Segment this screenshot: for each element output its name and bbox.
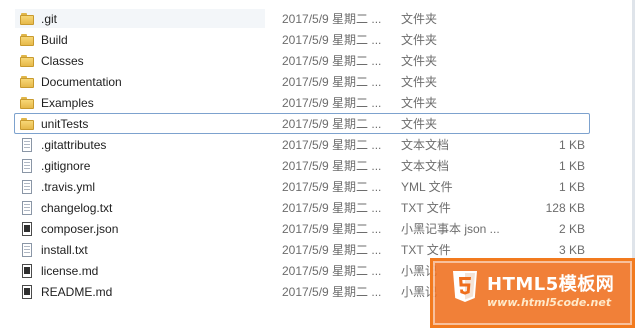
file-name: install.txt	[41, 242, 88, 257]
list-item[interactable]: Build 2017/5/9 星期二 ... 文件夹	[14, 29, 590, 50]
file-date: 2017/5/9 星期二 ...	[282, 33, 382, 47]
file-type: 文本文档	[401, 138, 450, 152]
file-name: Documentation	[41, 74, 122, 89]
file-date: 2017/5/9 星期二 ...	[282, 96, 382, 110]
file-date: 2017/5/9 星期二 ...	[282, 180, 382, 194]
file-type: 文本文档	[401, 159, 450, 173]
file-size: 1 KB	[558, 158, 585, 173]
watermark-url: www.html5code.net	[487, 296, 612, 309]
list-item[interactable]: Documentation 2017/5/9 星期二 ... 文件夹	[14, 71, 590, 92]
file-date: 2017/5/9 星期二 ...	[282, 75, 382, 89]
list-item[interactable]: install.txt 2017/5/9 星期二 ... TXT 文件 3 KB	[14, 239, 590, 260]
list-item[interactable]: Examples 2017/5/9 星期二 ... 文件夹	[14, 92, 590, 113]
html5-shield-icon	[453, 271, 477, 302]
file-date: 2017/5/9 星期二 ...	[282, 222, 382, 236]
file-date: 2017/5/9 星期二 ...	[282, 12, 382, 26]
text-file-icon	[19, 137, 35, 153]
file-date: 2017/5/9 星期二 ...	[282, 243, 382, 257]
file-type: TXT 文件	[401, 243, 451, 257]
folder-icon	[19, 11, 35, 27]
file-date: 2017/5/9 星期二 ...	[282, 138, 382, 152]
file-size: 2 KB	[558, 221, 585, 236]
editor-doc-icon	[19, 263, 35, 279]
file-date: 2017/5/9 星期二 ...	[282, 117, 382, 131]
file-date: 2017/5/9 星期二 ...	[282, 285, 382, 299]
text-file-icon	[19, 200, 35, 216]
list-item[interactable]: .gitattributes 2017/5/9 星期二 ... 文本文档 1 K…	[14, 134, 590, 155]
folder-icon	[19, 74, 35, 90]
file-name: changelog.txt	[41, 200, 113, 215]
folder-icon	[19, 32, 35, 48]
file-name: .travis.yml	[41, 179, 95, 194]
list-item[interactable]: .travis.yml 2017/5/9 星期二 ... YML 文件 1 KB	[14, 176, 590, 197]
list-item[interactable]: changelog.txt 2017/5/9 星期二 ... TXT 文件 12…	[14, 197, 590, 218]
file-name: composer.json	[41, 221, 119, 236]
watermark-title: HTML5模板网	[487, 274, 615, 295]
file-name: README.md	[41, 284, 113, 299]
list-item[interactable]: .gitignore 2017/5/9 星期二 ... 文本文档 1 KB	[14, 155, 590, 176]
folder-icon	[19, 53, 35, 69]
list-item[interactable]: .git 2017/5/9 星期二 ... 文件夹	[14, 8, 590, 29]
file-date: 2017/5/9 星期二 ...	[282, 201, 382, 215]
file-type: 小黑记事本 json ...	[401, 222, 500, 236]
text-file-icon	[19, 242, 35, 258]
file-size: 1 KB	[558, 137, 585, 152]
file-type: TXT 文件	[401, 201, 451, 215]
folder-icon	[19, 95, 35, 111]
file-size: 128 KB	[545, 200, 585, 215]
file-name: Build	[41, 32, 68, 47]
watermark-badge: HTML5模板网 www.html5code.net	[430, 258, 635, 328]
editor-doc-icon	[19, 221, 35, 237]
file-list-pane: .git 2017/5/9 星期二 ... 文件夹 Build 2017/5/9…	[0, 0, 635, 328]
list-item[interactable]: Classes 2017/5/9 星期二 ... 文件夹	[14, 50, 590, 71]
file-type: 文件夹	[401, 75, 438, 89]
folder-icon	[19, 116, 35, 132]
file-type: 文件夹	[401, 12, 438, 26]
editor-doc-icon	[19, 284, 35, 300]
list-item-selected[interactable]: unitTests 2017/5/9 星期二 ... 文件夹	[14, 113, 590, 134]
file-date: 2017/5/9 星期二 ...	[282, 54, 382, 68]
file-size: 3 KB	[558, 242, 585, 257]
file-name: .git	[41, 11, 58, 26]
file-type: YML 文件	[401, 180, 453, 194]
list-item[interactable]: composer.json 2017/5/9 星期二 ... 小黑记事本 jso…	[14, 218, 590, 239]
file-date: 2017/5/9 星期二 ...	[282, 264, 382, 278]
file-name: license.md	[41, 263, 99, 278]
file-name: unitTests	[41, 116, 89, 131]
file-name: .gitignore	[41, 158, 91, 173]
file-name: .gitattributes	[41, 137, 107, 152]
file-type: 文件夹	[401, 96, 438, 110]
text-file-icon	[19, 158, 35, 174]
file-type: 文件夹	[401, 117, 438, 131]
file-name: Examples	[41, 95, 94, 110]
file-name: Classes	[41, 53, 84, 68]
file-type: 文件夹	[401, 54, 438, 68]
file-type: 文件夹	[401, 33, 438, 47]
file-date: 2017/5/9 星期二 ...	[282, 159, 382, 173]
text-file-icon	[19, 179, 35, 195]
file-size: 1 KB	[558, 179, 585, 194]
